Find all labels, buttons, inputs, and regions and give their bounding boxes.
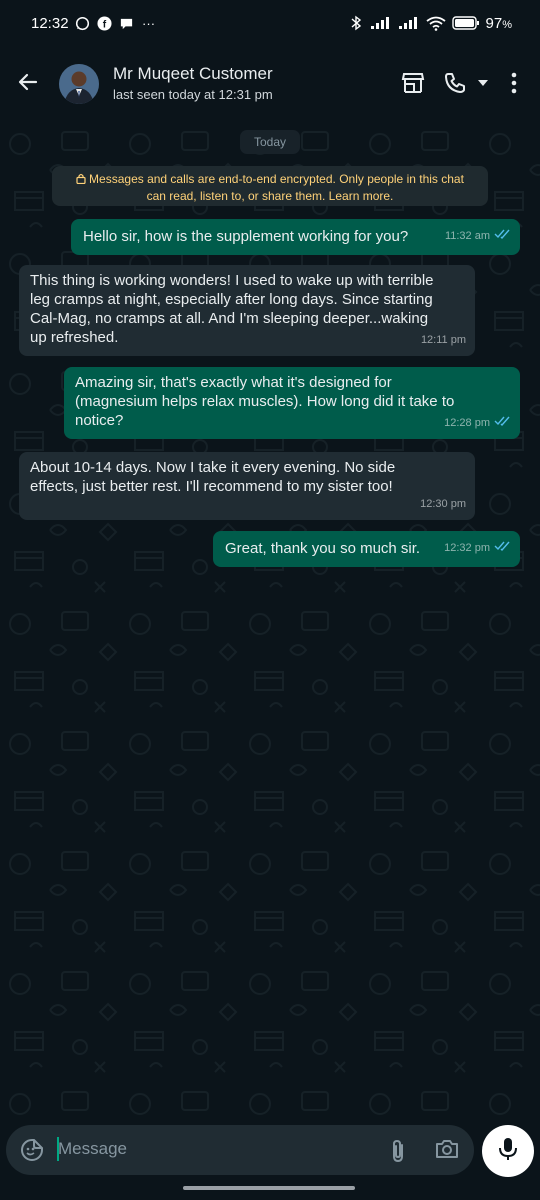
signal-icon-2 — [398, 15, 420, 31]
shop-icon[interactable] — [400, 70, 426, 96]
lock-icon — [76, 172, 86, 188]
message-time: 12:28 pm — [444, 417, 490, 429]
message-text-line: leg cramps at night, especially after lo… — [30, 291, 433, 308]
message-text-line: Amazing sir, that's exactly what it's de… — [75, 374, 392, 391]
message-bubble-incoming[interactable]: This thing is working wonders! I used to… — [19, 265, 475, 356]
encryption-notice[interactable]: Messages and calls are end-to-end encryp… — [52, 166, 488, 206]
battery-icon — [451, 15, 480, 31]
message-time: 12:32 pm — [444, 542, 490, 554]
sticker-icon[interactable] — [20, 1138, 44, 1167]
message-composer[interactable]: Message — [6, 1125, 474, 1175]
status-bar: 12:32 f ··· 97% — [0, 0, 540, 46]
chat-icon — [119, 15, 135, 31]
message-text-line: up refreshed. — [30, 329, 119, 346]
wifi-icon — [425, 15, 446, 31]
facebook-icon: f — [97, 15, 113, 31]
more-notifications-icon: ··· — [142, 15, 156, 31]
read-receipt-icon — [494, 227, 511, 246]
message-text: Hello sir, how is the supplement working… — [83, 228, 409, 245]
date-chip: Today — [240, 130, 300, 154]
chat-area[interactable]: Today Messages and calls are end-to-end … — [0, 122, 540, 1122]
last-seen-status: last seen today at 12:31 pm — [113, 87, 273, 102]
read-receipt-icon — [494, 539, 511, 558]
microphone-icon — [497, 1136, 519, 1167]
call-options-chevron-icon[interactable] — [472, 70, 494, 96]
message-text-line: This thing is working wonders! I used to… — [30, 272, 434, 289]
signal-icon — [370, 15, 392, 31]
message-input[interactable]: Message — [58, 1139, 127, 1159]
message-bubble-outgoing[interactable]: Hello sir, how is the supplement working… — [71, 219, 520, 255]
status-time: 12:32 — [31, 14, 69, 32]
message-bubble-incoming[interactable]: About 10-14 days. Now I take it every ev… — [19, 452, 475, 520]
message-time: 12:11 pm — [420, 334, 466, 346]
message-text-line: effects, just better rest. I'll recommen… — [30, 478, 393, 495]
message-bubble-outgoing[interactable]: Great, thank you so much sir. 12:32 pm — [213, 531, 520, 567]
attach-icon[interactable] — [387, 1138, 409, 1169]
back-arrow-icon[interactable] — [16, 70, 40, 94]
read-receipt-icon — [494, 414, 511, 433]
message-time: 12:30 pm — [420, 498, 466, 510]
battery-percent: 97% — [485, 14, 512, 32]
avatar[interactable] — [59, 64, 99, 104]
voice-message-button[interactable] — [482, 1125, 534, 1177]
whatsapp-icon — [75, 15, 91, 31]
contact-name[interactable]: Mr Muqeet Customer — [113, 64, 273, 84]
camera-icon[interactable] — [435, 1138, 459, 1165]
message-text-line: Cal-Mag, no cramps at all. And I'm sleep… — [30, 310, 429, 327]
encryption-notice-line2: can read, listen to, or share them. Lear… — [146, 189, 394, 203]
message-text-line: (magnesium helps relax muscles). How lon… — [75, 393, 455, 410]
chat-header: Mr Muqeet Customer last seen today at 12… — [0, 46, 540, 122]
message-text: Great, thank you so much sir. — [225, 540, 421, 557]
message-time: 11:32 am — [444, 230, 490, 242]
message-text-line: About 10-14 days. Now I take it every ev… — [30, 459, 396, 476]
message-bubble-outgoing[interactable]: Amazing sir, that's exactly what it's de… — [64, 367, 520, 439]
voice-call-icon[interactable] — [442, 70, 468, 96]
more-options-icon[interactable] — [502, 70, 526, 96]
gesture-nav-bar[interactable] — [183, 1186, 355, 1190]
encryption-notice-line1: Messages and calls are end-to-end encryp… — [89, 172, 464, 186]
svg-text:f: f — [103, 19, 107, 30]
bluetooth-icon — [348, 15, 364, 31]
